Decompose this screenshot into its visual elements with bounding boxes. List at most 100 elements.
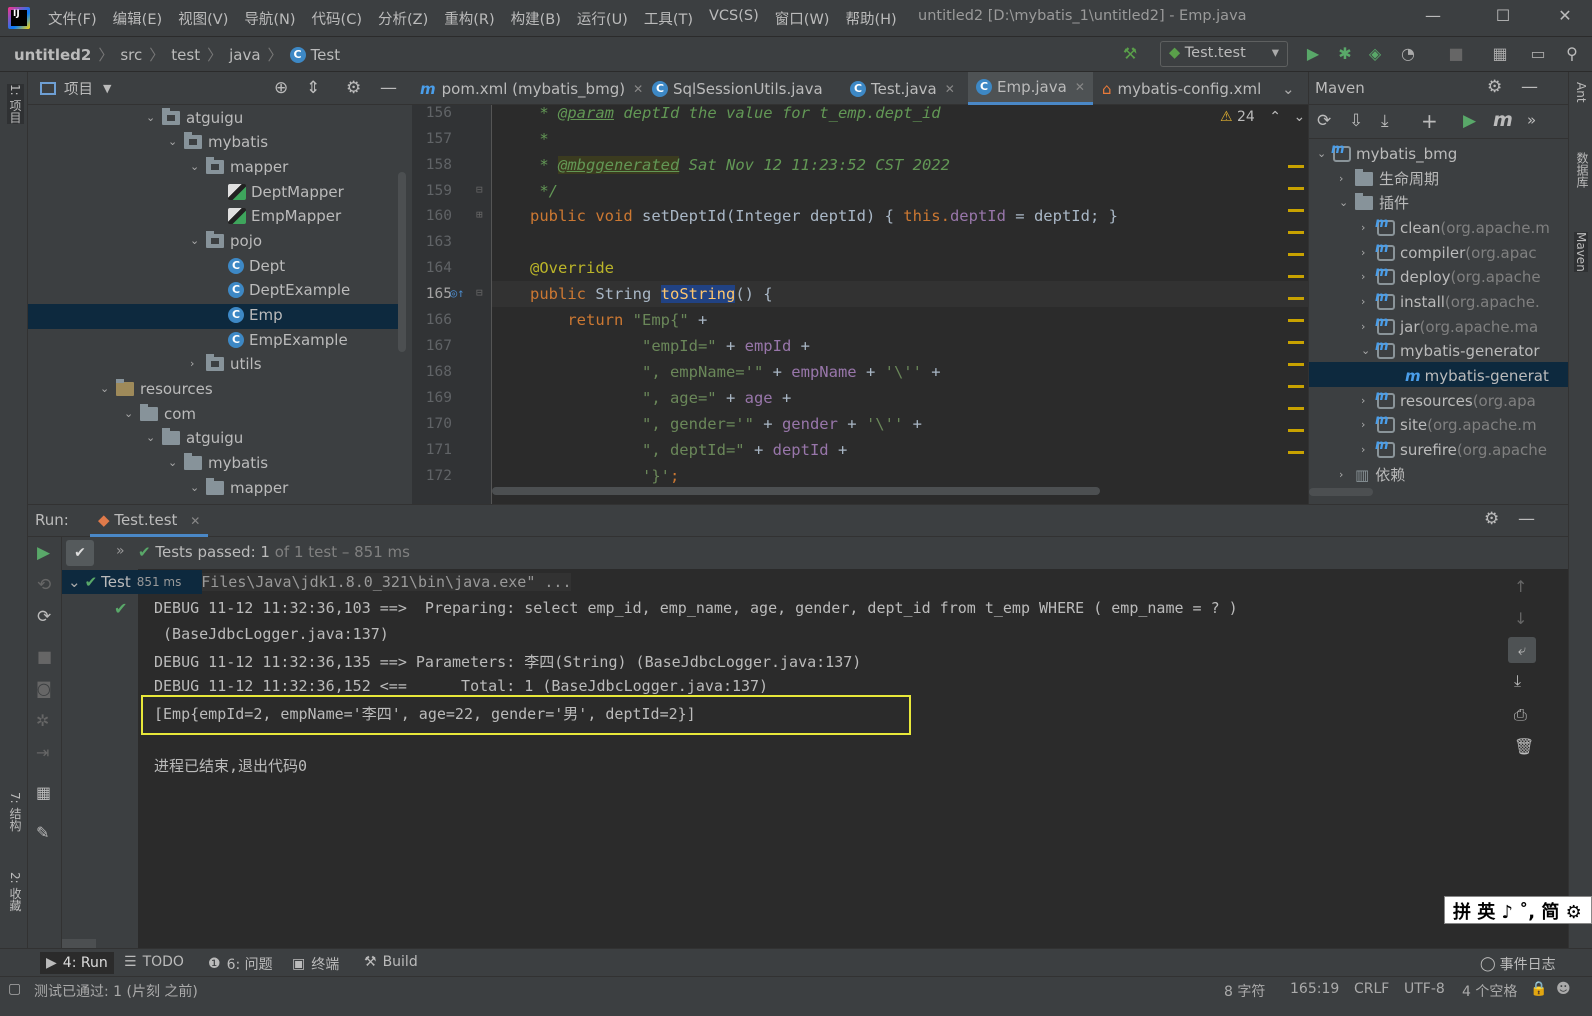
maven-plugin-clean[interactable]: ›clean (org.apache.m [1361,215,1550,240]
breadcrumb-java[interactable]: java [229,46,260,64]
maven-goal-icon[interactable]: m [1493,109,1513,131]
layout-icon[interactable]: ▦ [36,783,51,802]
pin-icon[interactable]: ✎ [36,823,49,842]
close-tab-icon[interactable]: ✕ [633,82,643,96]
hide-panel-icon[interactable]: — [1521,77,1538,97]
tab-emp-java[interactable]: C Emp.java ✕ [968,72,1093,105]
status-encoding[interactable]: UTF-8 [1404,981,1445,997]
rerun-icon[interactable]: ▶ [37,543,50,563]
menu-analyze[interactable]: 分析(Z) [370,8,436,29]
tree-node-atguigu-res[interactable]: ⌄ atguigu [146,425,243,450]
gear-icon[interactable]: ⚙ [1487,77,1502,97]
hide-panel-icon[interactable]: — [1518,509,1535,529]
close-tab-icon[interactable]: ✕ [945,82,955,96]
maven-goal-mybatis-generate[interactable]: m mybatis-generat [1405,363,1549,388]
favorites-tool-button[interactable]: 2: 收藏 [7,872,24,912]
tool-tab-build[interactable]: ⚒ Build [364,954,418,970]
error-stripe-markers[interactable] [1288,165,1304,465]
tree-node-pojo[interactable]: ⌄ pojo [190,228,262,253]
maven-scrollbar[interactable] [1309,488,1373,496]
maven-plugin-deploy[interactable]: ›deploy (org.apache [1361,264,1541,289]
stop-icon[interactable]: ■ [37,647,52,666]
tree-node-dept[interactable]: C Dept [228,253,285,278]
gear-icon[interactable]: ⚙ [1484,509,1499,529]
breadcrumb-class[interactable]: Test [311,46,341,64]
terminal-icon[interactable]: ▭ [1528,44,1548,64]
menu-view[interactable]: 视图(V) [170,8,236,29]
run-icon[interactable]: ▶ [1303,44,1323,64]
run-icon[interactable]: ▶ [1463,111,1476,131]
maven-plugin-compiler[interactable]: ›compiler (org.apac [1361,240,1537,265]
status-message[interactable]: 测试已通过: 1 (片刻 之前) [34,981,198,1001]
maven-plugin-site[interactable]: ›site (org.apache.m [1361,412,1537,437]
menu-file[interactable]: 文件(F) [40,8,105,29]
toggle-auto-test-icon[interactable]: ⟳ [37,607,51,627]
chevron-down-icon[interactable]: ⌄ [1293,109,1305,125]
tool-tab-todo[interactable]: ☰ TODO [124,954,184,970]
tool-tab-event-log[interactable]: ◯ 事件日志 [1480,954,1556,974]
scroll-to-end-icon[interactable]: ⤓ [1514,671,1521,691]
status-caret-position[interactable]: 165:19 [1290,981,1339,997]
tree-node-emp[interactable]: C Emp [228,302,283,327]
status-indent[interactable]: 4 个空格 [1462,981,1517,1001]
tool-tab-run[interactable]: ▶ 4: Run [40,952,114,974]
gear-icon[interactable]: ⚙ [346,78,361,98]
maven-node-dependencies[interactable]: › ▥ 依赖 [1339,462,1405,487]
tab-list-chevron-icon[interactable]: ⌄ [1274,72,1303,105]
ime-toolbar[interactable]: 拼 英 ♪ ˚, 简 ⚙ [1444,896,1592,924]
override-marker-icon[interactable]: ◎↑ [450,286,464,300]
console-output[interactable]: rogram Files\Java\jdk1.8.0_321\bin\java.… [138,569,1538,949]
menu-edit[interactable]: 编辑(E) [105,8,170,29]
download-icon[interactable]: ⤓ [1381,111,1389,131]
reimport-icon[interactable]: ⇩ [1349,111,1363,131]
menu-code[interactable]: 代码(C) [304,8,370,29]
more-icon[interactable]: » [1527,111,1536,129]
maximize-icon[interactable]: ☐ [1480,6,1526,30]
project-structure-icon[interactable]: ▦ [1490,44,1510,64]
tree-node-empexample[interactable]: C EmpExample [228,327,348,352]
run-config-selector[interactable]: ◆ Test.test ▾ [1160,41,1288,67]
inspector-icon[interactable]: ☻ [1556,981,1571,997]
tab-mybatis-config[interactable]: ⌂ mybatis-config.xml [1094,72,1269,105]
profile-icon[interactable]: ◔ [1398,44,1418,64]
structure-tool-button[interactable]: 7: 结构 [7,792,24,832]
print-icon[interactable]: ⎙ [1514,705,1527,725]
tree-node-mapper-res[interactable]: ⌄ mapper [190,475,288,500]
lock-icon[interactable]: 🔒 [1530,981,1547,997]
expand-icon[interactable]: » [116,543,125,559]
tree-node-empmapper[interactable]: EmpMapper [228,203,341,228]
tree-node-resources[interactable]: ⌄ resources [100,376,213,401]
maven-plugin-surefire[interactable]: ›surefire (org.apache [1361,437,1547,462]
toggle-tool-windows-icon[interactable]: ▢ [8,981,21,997]
close-tab-icon[interactable]: ✕ [1075,80,1085,94]
close-tab-icon[interactable]: ✕ [190,514,200,528]
tab-test-java[interactable]: C Test.java ✕ [842,72,963,105]
maven-plugin-mybatis-generator[interactable]: ⌄mybatis-generator [1361,338,1540,363]
fold-marker-icon[interactable]: ⊟ [476,286,483,299]
stop-icon[interactable]: ■ [1446,44,1466,64]
menu-help[interactable]: 帮助(H) [837,8,904,29]
hide-panel-icon[interactable]: — [380,78,397,98]
chevron-down-icon[interactable]: ▼ [103,82,111,95]
maven-plugin-jar[interactable]: ›jar (org.apache.ma [1361,314,1538,339]
locate-icon[interactable]: ⊕ [274,78,288,98]
tree-node-mybatis-res[interactable]: ⌄ mybatis [168,450,268,475]
rerun-failed-icon[interactable]: ⟲ [37,575,51,595]
breadcrumb-src[interactable]: src [120,46,142,64]
minimize-icon[interactable]: — [1410,6,1456,30]
maven-plugin-resources[interactable]: ›resources (org.apa [1361,388,1536,413]
menu-navigate[interactable]: 导航(N) [236,8,303,29]
database-tool-button[interactable]: 数据库 [1574,152,1591,188]
build-hammer-icon[interactable]: ⚒ [1120,44,1140,64]
search-icon[interactable]: ⚲ [1562,44,1582,64]
close-icon[interactable]: ✕ [1542,6,1588,30]
menu-run[interactable]: 运行(U) [569,8,636,29]
test-tree-item[interactable]: ⌄ ✔ Test 851 ms [62,570,202,594]
soft-wrap-icon[interactable]: ⤶ [1508,637,1536,663]
menu-refactor[interactable]: 重构(R) [436,8,502,29]
tree-node-com[interactable]: ⌄ com [124,401,196,426]
breadcrumb-project[interactable]: untitled2 [14,46,91,64]
camera-icon[interactable]: ◙ [36,679,52,698]
chevron-up-icon[interactable]: ⌃ [1269,109,1281,125]
arrow-up-icon[interactable]: ↑ [1514,577,1527,596]
